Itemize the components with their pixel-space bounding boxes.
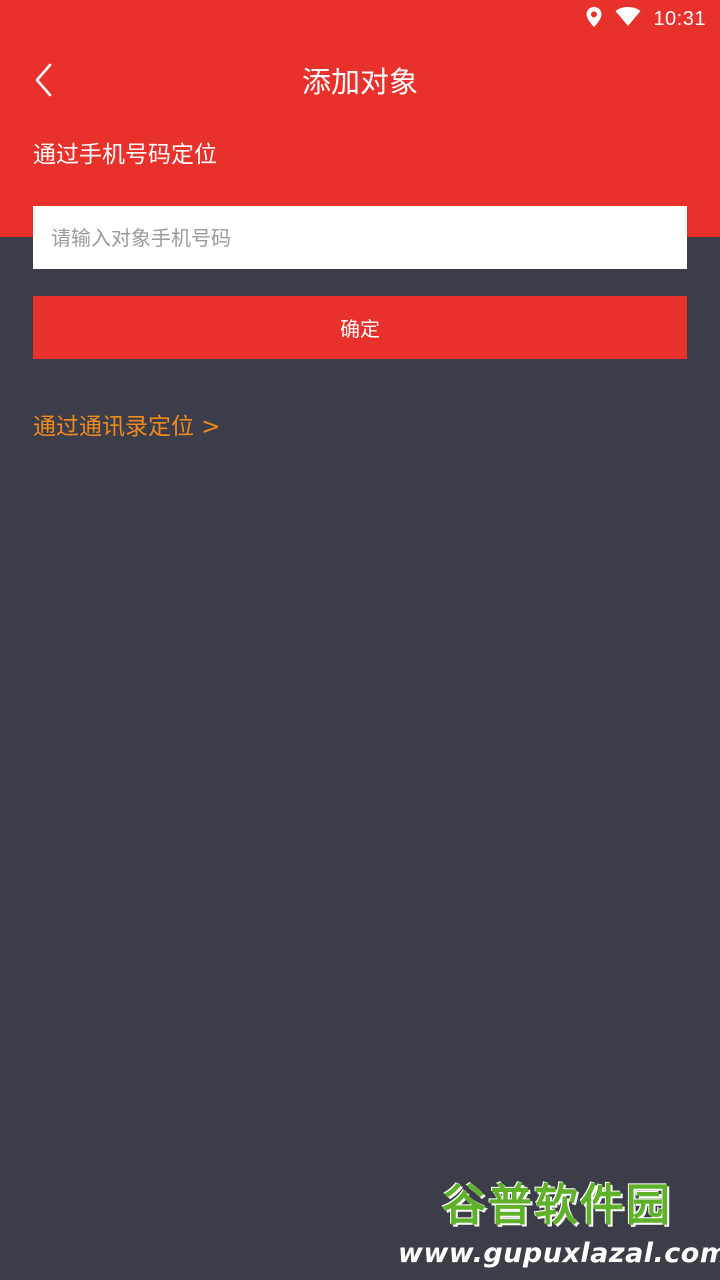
location-icon <box>585 6 603 32</box>
watermark-title: 谷普软件园 <box>442 1180 672 1231</box>
watermark-url: www.gupuxlazal.com <box>398 1238 720 1269</box>
status-time: 10:31 <box>653 7 706 30</box>
status-bar: 10:31 <box>0 0 720 38</box>
phone-locate-label: 通过手机号码定位 <box>33 142 217 168</box>
page-title: 添加对象 <box>301 65 418 99</box>
locate-by-contacts-link[interactable]: 通过通讯录定位 > <box>33 410 221 444</box>
confirm-button[interactable]: 确定 <box>33 296 687 359</box>
add-target-screen: 10:31 添加对象 通过手机号码定位 确定 通过通讯录定位 > 谷普软件园 w… <box>0 0 720 1280</box>
phone-number-input[interactable] <box>33 206 687 269</box>
watermark-logo: 谷普软件园 www.gupuxlazal.com <box>394 1166 720 1280</box>
wifi-icon <box>615 7 641 31</box>
nav-bar: 添加对象 <box>0 46 720 118</box>
